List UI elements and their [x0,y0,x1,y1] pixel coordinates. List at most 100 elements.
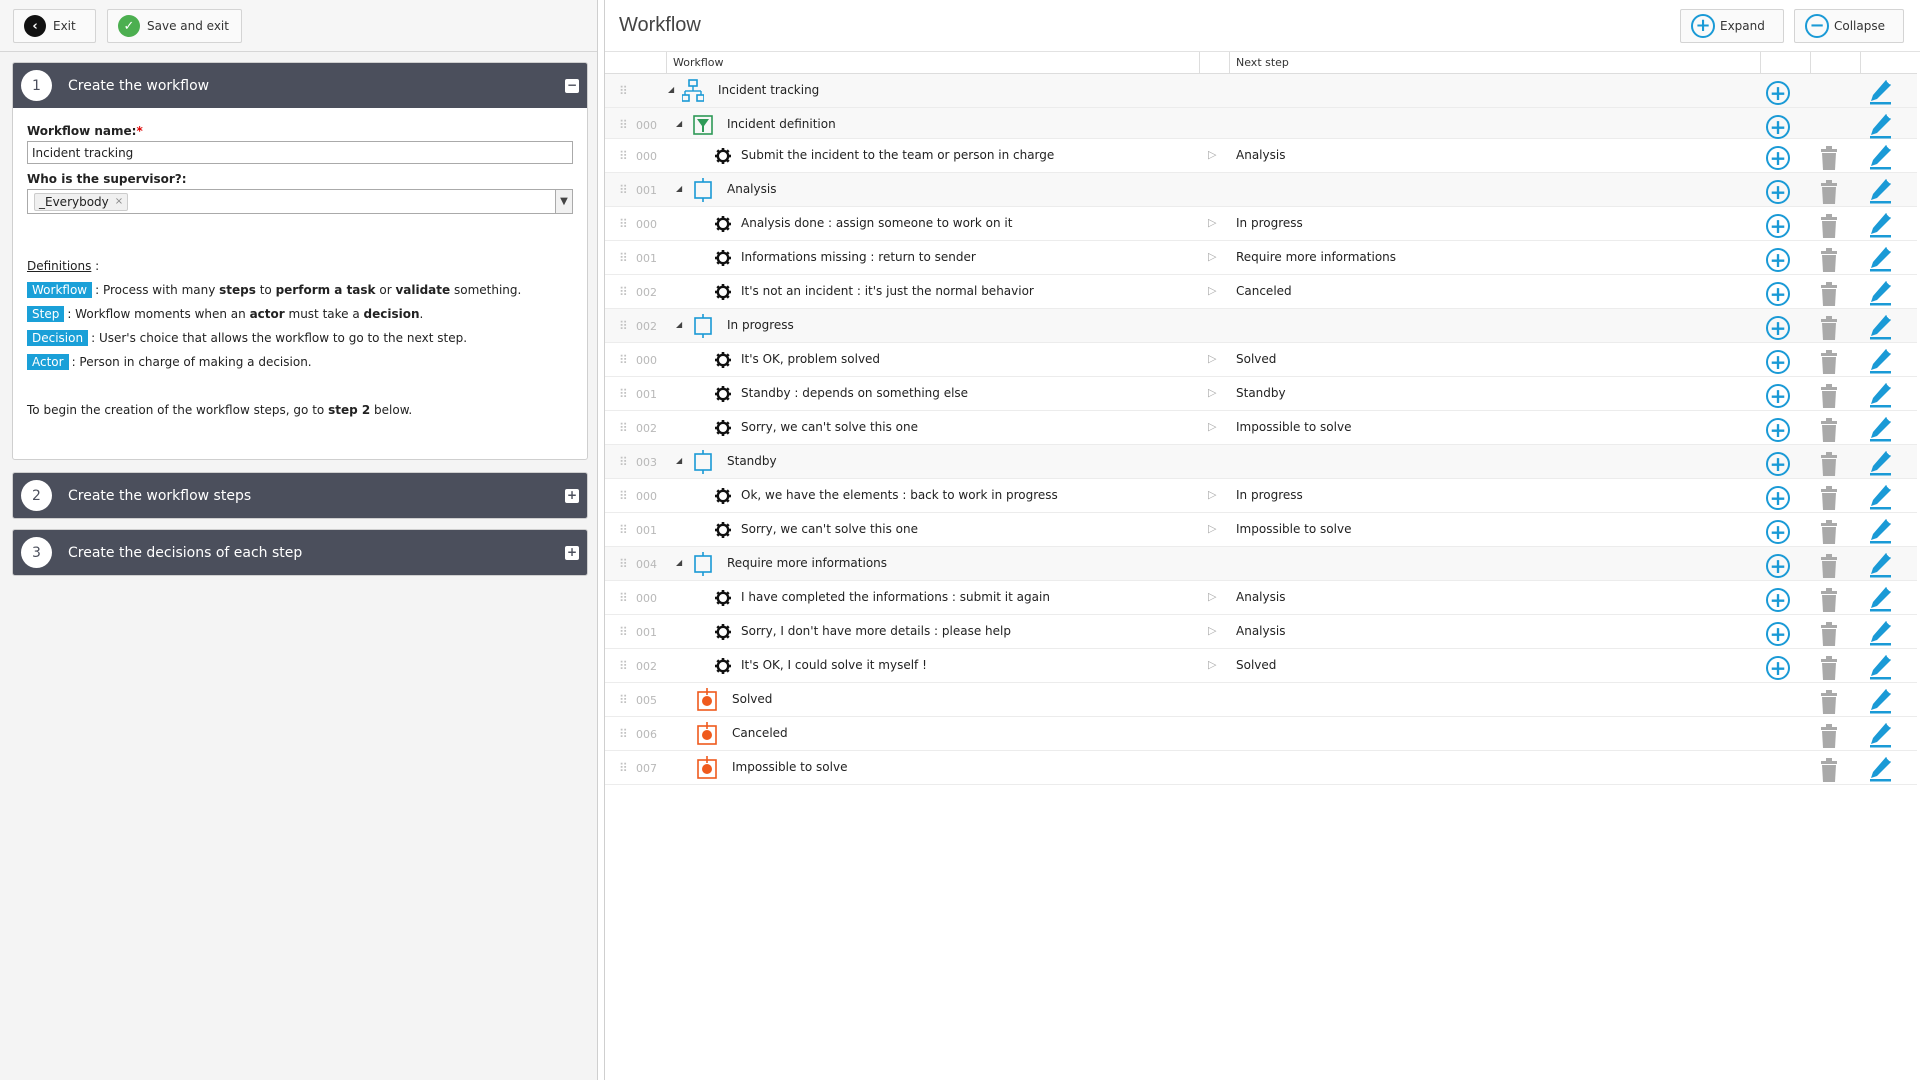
trash-icon[interactable] [1818,690,1840,714]
drag-handle-icon[interactable]: ⠿ [619,84,628,98]
add-child-button[interactable]: + [1766,418,1790,442]
tree-row-step[interactable]: ⠿ 002 ◢ In progress + [605,309,1917,343]
pencil-icon[interactable] [1868,450,1892,476]
trash-icon[interactable] [1818,452,1840,476]
trash-icon[interactable] [1818,622,1840,646]
drag-handle-icon[interactable]: ⠿ [619,387,628,401]
tree-row-step[interactable]: ⠿ 001 ◢ Analysis + [605,173,1917,207]
pencil-icon[interactable] [1868,552,1892,578]
collapse-triangle-icon[interactable]: ◢ [676,456,682,465]
add-child-button[interactable]: + [1766,486,1790,510]
drag-handle-icon[interactable]: ⠿ [619,183,628,197]
trash-icon[interactable] [1818,486,1840,510]
trash-icon[interactable] [1818,656,1840,680]
add-child-button[interactable]: + [1766,146,1790,170]
trash-icon[interactable] [1818,248,1840,272]
tree-row-decision[interactable]: ⠿ 000 I have completed the informations : … [605,581,1917,615]
add-child-button[interactable]: + [1766,656,1790,680]
drag-handle-icon[interactable]: ⠿ [619,761,628,775]
drag-handle-icon[interactable]: ⠿ [619,149,628,163]
add-child-button[interactable]: + [1766,384,1790,408]
pencil-icon[interactable] [1868,113,1892,139]
tree-row-decision[interactable]: ⠿ 002 It's OK, I could solve it myself ! ▷ S… [605,649,1917,683]
expand-section-icon[interactable]: + [565,489,579,503]
tree-row-decision[interactable]: ⠿ 001 Sorry, I don't have more details : p… [605,615,1917,649]
collapse-triangle-icon[interactable]: ◢ [676,320,682,329]
tree-row-step[interactable]: ⠿ 004 ◢ Require more informations + [605,547,1917,581]
expand-section-icon[interactable]: + [565,546,579,560]
tree-row-root[interactable]: ⠿ ◢ Incident tracking + [605,74,1917,108]
trash-icon[interactable] [1818,350,1840,374]
add-child-button[interactable]: + [1766,622,1790,646]
pencil-icon[interactable] [1868,280,1892,306]
pencil-icon[interactable] [1868,620,1892,646]
pencil-icon[interactable] [1868,654,1892,680]
pencil-icon[interactable] [1868,586,1892,612]
pencil-icon[interactable] [1868,484,1892,510]
tree-row-decision[interactable]: ⠿ 002 Sorry, we can't solve this one ▷ Impos… [605,411,1917,445]
collapse-triangle-icon[interactable]: ◢ [668,85,674,94]
trash-icon[interactable] [1818,724,1840,748]
pencil-icon[interactable] [1868,144,1892,170]
tree-row-decision[interactable]: ⠿ 000 Ok, we have the elements : back to w… [605,479,1917,513]
pencil-icon[interactable] [1868,246,1892,272]
drag-handle-icon[interactable]: ⠿ [619,727,628,741]
section-header-3[interactable]: 3 Create the decisions of each step + [13,530,587,575]
drag-handle-icon[interactable]: ⠿ [619,693,628,707]
tree-row-decision[interactable]: ⠿ 000 Analysis done : assign someone to wo… [605,207,1917,241]
add-child-button[interactable]: + [1766,81,1790,105]
drag-handle-icon[interactable]: ⠿ [619,319,628,333]
drag-handle-icon[interactable]: ⠿ [619,455,628,469]
add-child-button[interactable]: + [1766,180,1790,204]
collapse-section-icon[interactable]: − [565,79,579,93]
tree-row-decision[interactable]: ⠿ 001 Informations missing : return to sen… [605,241,1917,275]
pencil-icon[interactable] [1868,212,1892,238]
tree-row-decision[interactable]: ⠿ 001 Standby : depends on something else ▷… [605,377,1917,411]
tree-row-decision[interactable]: ⠿ 001 Sorry, we can't solve this one ▷ Impos… [605,513,1917,547]
add-child-button[interactable]: + [1766,214,1790,238]
trash-icon[interactable] [1818,282,1840,306]
workflow-name-input[interactable] [27,141,573,164]
add-child-button[interactable]: + [1766,452,1790,476]
add-child-button[interactable]: + [1766,282,1790,306]
tree-row-decision[interactable]: ⠿ 000 Submit the incident to the team or p… [605,139,1917,173]
drag-handle-icon[interactable]: ⠿ [619,523,628,537]
add-child-button[interactable]: + [1766,316,1790,340]
collapse-triangle-icon[interactable]: ◢ [676,184,682,193]
tree-row-end[interactable]: ⠿ 006 Canceled [605,717,1917,751]
pencil-icon[interactable] [1868,416,1892,442]
trash-icon[interactable] [1818,554,1840,578]
drag-handle-icon[interactable]: ⠿ [619,625,628,639]
pencil-icon[interactable] [1868,382,1892,408]
add-child-button[interactable]: + [1766,248,1790,272]
drag-handle-icon[interactable]: ⠿ [619,118,628,132]
expand-button[interactable]: + Expand [1680,9,1784,43]
add-child-button[interactable]: + [1766,588,1790,612]
pencil-icon[interactable] [1868,178,1892,204]
trash-icon[interactable] [1818,180,1840,204]
remove-tag-icon[interactable]: × [115,196,123,207]
trash-icon[interactable] [1818,588,1840,612]
save-and-exit-button[interactable]: ✓ Save and exit [107,9,242,43]
pencil-icon[interactable] [1868,348,1892,374]
trash-icon[interactable] [1818,146,1840,170]
section-header-1[interactable]: 1 Create the workflow − [13,63,587,108]
pencil-icon[interactable] [1868,688,1892,714]
trash-icon[interactable] [1818,316,1840,340]
exit-button[interactable]: ‹ Exit [13,9,96,43]
drag-handle-icon[interactable]: ⠿ [619,659,628,673]
add-child-button[interactable]: + [1766,554,1790,578]
pencil-icon[interactable] [1868,722,1892,748]
drag-handle-icon[interactable]: ⠿ [619,557,628,571]
add-child-button[interactable]: + [1766,115,1790,139]
add-child-button[interactable]: + [1766,520,1790,544]
tree-row-step[interactable]: ⠿ 003 ◢ Standby + [605,445,1917,479]
drag-handle-icon[interactable]: ⠿ [619,489,628,503]
pencil-icon[interactable] [1868,756,1892,782]
drag-handle-icon[interactable]: ⠿ [619,251,628,265]
drag-handle-icon[interactable]: ⠿ [619,353,628,367]
supervisor-select[interactable]: _Everybody × ▼ [27,189,573,214]
add-child-button[interactable]: + [1766,350,1790,374]
trash-icon[interactable] [1818,758,1840,782]
trash-icon[interactable] [1818,418,1840,442]
